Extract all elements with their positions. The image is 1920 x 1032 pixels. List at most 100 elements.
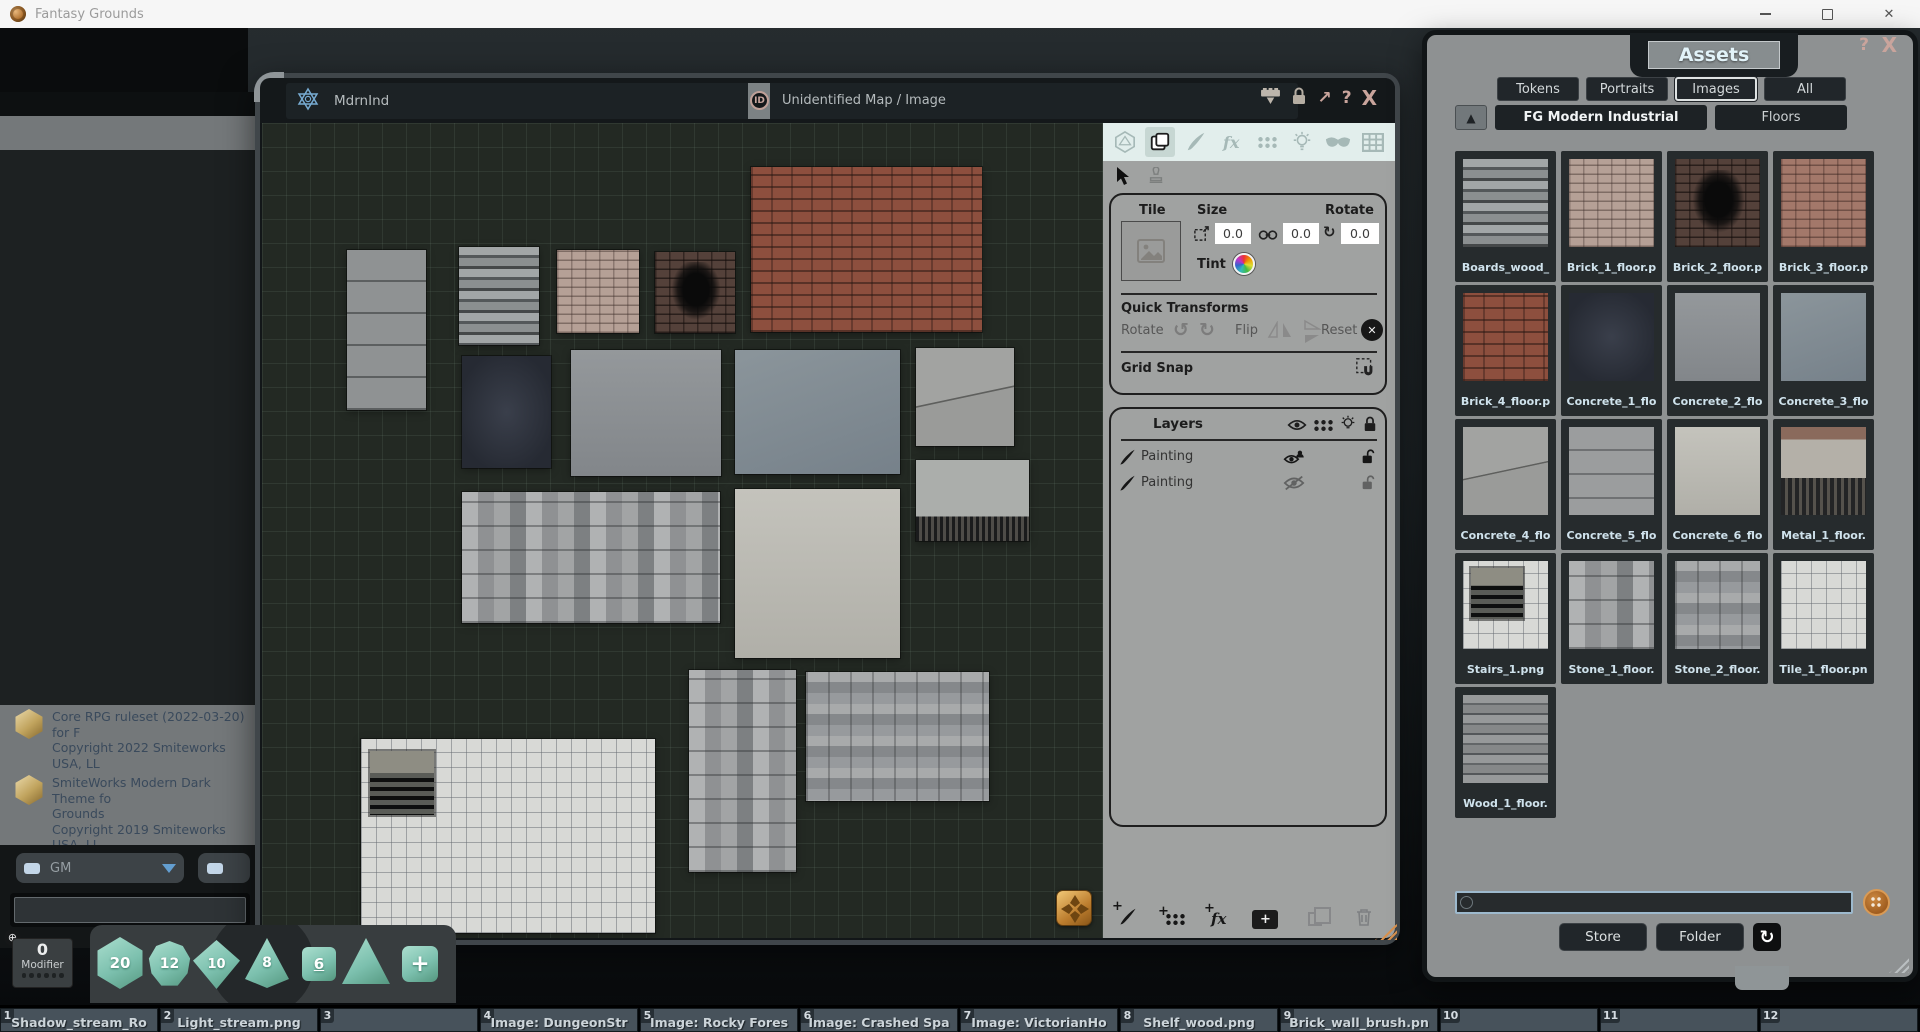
hotbar-slot[interactable]: 2Light_stream.png [160, 1008, 318, 1032]
modifier-box[interactable]: 0 Modifier [12, 938, 73, 988]
grid-snap-magnet-icon[interactable] [1355, 357, 1377, 383]
dice-tool-icon[interactable] [1110, 127, 1140, 157]
grid-tool-icon[interactable] [1358, 127, 1388, 157]
tab-images[interactable]: Images [1675, 77, 1757, 101]
add-tile-layer-icon[interactable] [1165, 913, 1185, 926]
layer-tiles-icon[interactable] [1313, 419, 1333, 432]
flip-horizontal-icon[interactable] [1267, 321, 1293, 343]
asset-item[interactable]: Concrete_3_flo [1773, 285, 1874, 416]
asset-item[interactable]: Boards_wood_ [1455, 151, 1556, 282]
hidden-eye-icon[interactable] [1283, 475, 1305, 495]
tile-preview[interactable] [1121, 221, 1181, 281]
mask-tool-icon[interactable] [1323, 127, 1353, 157]
tab-all[interactable]: All [1764, 77, 1846, 101]
visibility-eye-icon[interactable] [1287, 417, 1307, 436]
minimize-icon[interactable] [1734, 0, 1796, 28]
unlock-icon[interactable] [1361, 448, 1376, 469]
map-tile[interactable] [571, 350, 721, 476]
chat-mode-button[interactable] [198, 853, 250, 883]
map-tile[interactable] [689, 670, 796, 872]
d6-die[interactable]: 6 [302, 947, 336, 981]
select-cursor-icon[interactable] [1113, 166, 1131, 190]
map-tile[interactable] [735, 489, 900, 658]
player-visible-icon[interactable] [1283, 449, 1305, 470]
asset-search-field[interactable] [1455, 891, 1853, 914]
layer-row[interactable]: Painting [1111, 473, 1385, 497]
asset-item[interactable]: Stairs_1.png [1455, 553, 1556, 684]
chat-channel-dropdown[interactable]: GM [16, 853, 184, 883]
close-map-button[interactable]: X [1362, 86, 1377, 110]
asset-item[interactable]: Brick_2_floor.p [1667, 151, 1768, 282]
folder-button[interactable]: Folder [1656, 923, 1744, 951]
lighting-tool-icon[interactable] [1287, 127, 1317, 157]
store-button[interactable]: Store [1559, 923, 1647, 951]
map-tile[interactable] [462, 356, 551, 468]
stamp-icon[interactable] [1147, 167, 1165, 189]
chat-log[interactable]: Core RPG ruleset (2022-03-20) for F Copy… [0, 705, 258, 845]
asset-item[interactable]: Concrete_5_flo [1561, 419, 1662, 550]
asset-item[interactable]: Concrete_4_flo [1455, 419, 1556, 550]
link-icon[interactable] [1257, 226, 1279, 245]
hotbar-slot[interactable]: 5Image: Rocky Fores [640, 1008, 798, 1032]
hotbar-slot[interactable]: 8Shelf_wood.png [1120, 1008, 1278, 1032]
help-button[interactable]: ? [1342, 88, 1352, 108]
tab-portraits[interactable]: Portraits [1586, 77, 1668, 101]
map-titlebar[interactable]: MdrnInd ID Unidentified Map / Image ↗ ? … [260, 78, 1395, 123]
map-tile[interactable] [916, 348, 1014, 446]
rotation-input[interactable] [1341, 223, 1379, 244]
tiles-tool-icon[interactable] [1252, 127, 1282, 157]
d20-die[interactable]: 20 [95, 937, 145, 989]
copy-layer-icon[interactable] [1308, 912, 1322, 926]
hotbar-slot[interactable]: 3 [320, 1008, 478, 1032]
asset-item[interactable]: Brick_4_floor.p [1455, 285, 1556, 416]
tab-tokens[interactable]: Tokens [1497, 77, 1579, 101]
map-canvas[interactable] [262, 123, 1103, 938]
map-tile[interactable] [806, 672, 989, 801]
asset-item[interactable]: Brick_3_floor.p [1773, 151, 1874, 282]
layer-lock-icon[interactable] [1363, 416, 1377, 436]
map-tile[interactable] [916, 460, 1029, 541]
assets-title-tab[interactable]: Assets [1630, 33, 1798, 77]
d12-die[interactable]: 12 [148, 941, 191, 987]
asset-compass-button[interactable] [1056, 890, 1092, 926]
asset-item[interactable]: Stone_2_floor. [1667, 553, 1768, 684]
hotbar-slot[interactable]: 10 [1440, 1008, 1598, 1032]
assets-close-button[interactable]: X [1882, 33, 1897, 57]
popout-icon[interactable]: ↗ [1317, 88, 1331, 108]
share-banner-icon[interactable] [1260, 88, 1281, 109]
paint-tool-icon[interactable] [1181, 127, 1211, 157]
add-paint-layer-icon[interactable] [1119, 908, 1137, 930]
asset-item[interactable]: Tile_1_floor.pn [1773, 553, 1874, 684]
tab-map-name[interactable]: MdrnInd [334, 93, 389, 109]
rotate-cw-icon[interactable]: ↻ [1199, 319, 1215, 341]
layers-tool-icon[interactable] [1145, 127, 1175, 157]
asset-item[interactable]: Brick_1_floor.p [1561, 151, 1662, 282]
map-tile[interactable] [735, 350, 900, 474]
hotbar-slot[interactable]: 9Brick_wall_brush.pn [1280, 1008, 1438, 1032]
delete-layer-icon[interactable] [1355, 907, 1373, 931]
breadcrumb-folder[interactable]: Floors [1715, 105, 1847, 130]
maximize-icon[interactable] [1796, 0, 1858, 28]
effects-tool-icon[interactable] [1216, 127, 1246, 157]
hotbar-slot[interactable]: 7Image: VictorianHo [960, 1008, 1118, 1032]
hotbar-slot[interactable]: 11 [1600, 1008, 1758, 1032]
tint-color-wheel[interactable] [1233, 253, 1255, 275]
map-tile[interactable] [347, 250, 426, 410]
collapsed-window-tab[interactable] [1735, 966, 1789, 990]
map-tile[interactable] [462, 492, 720, 623]
add-effect-layer-icon[interactable]: fx [1211, 910, 1226, 928]
hotbar-slot[interactable]: 12 [1760, 1008, 1918, 1032]
tab-image-name[interactable]: Unidentified Map / Image [782, 93, 946, 108]
hotbar-slot[interactable]: 1Shadow_stream_Ro [0, 1008, 158, 1032]
refresh-icon[interactable]: ↻ [1753, 923, 1781, 951]
lock-icon[interactable] [1291, 87, 1307, 109]
layer-light-icon[interactable] [1339, 415, 1357, 437]
unlock-icon[interactable] [1361, 474, 1376, 495]
add-folder-icon[interactable]: + [1252, 910, 1278, 929]
flip-vertical-icon[interactable] [1299, 319, 1321, 345]
chat-input[interactable] [14, 897, 246, 923]
d4-die[interactable] [342, 937, 390, 985]
asset-item[interactable]: Concrete_1_flo [1561, 285, 1662, 416]
map-tile[interactable] [655, 252, 735, 333]
map-tile[interactable] [557, 250, 639, 333]
